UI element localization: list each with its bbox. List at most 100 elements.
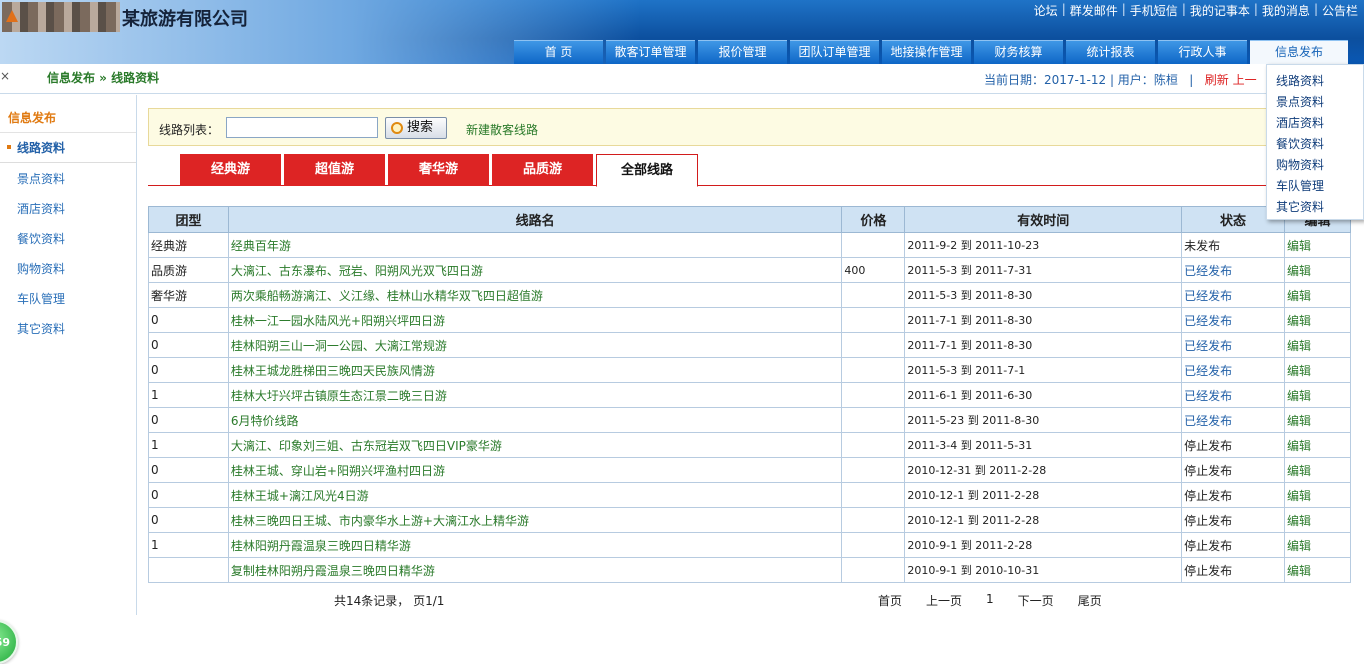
cell-type: 1	[148, 432, 229, 458]
cell-valid-time: 2011-5-3 到 2011-8-30	[904, 282, 1183, 308]
cell-valid-time: 2010-12-1 到 2011-2-28	[904, 507, 1183, 533]
nav-tab-info-publish[interactable]: 信息发布	[1250, 40, 1348, 64]
cell-type: 1	[148, 382, 229, 408]
tab-luxury[interactable]: 奢华游	[388, 154, 489, 186]
cell-edit-link[interactable]: 编辑	[1284, 257, 1351, 283]
dropdown-item-hotels[interactable]: 酒店资料	[1267, 113, 1363, 134]
top-link-notebook[interactable]: 我的记事本	[1190, 2, 1250, 19]
pager-next[interactable]: 下一页	[1018, 592, 1054, 609]
sidebar-item-hotels[interactable]: 酒店资料	[0, 194, 136, 224]
cell-price	[841, 557, 906, 583]
dropdown-item-shopping[interactable]: 购物资料	[1267, 155, 1363, 176]
cell-status: 停止发布	[1181, 507, 1286, 533]
cell-route-name[interactable]: 桂林王城、穿山岩+阳朔兴坪渔村四日游	[227, 457, 843, 483]
cell-edit-link[interactable]: 编辑	[1284, 332, 1351, 358]
cell-price	[841, 232, 906, 258]
cell-edit-link[interactable]: 编辑	[1284, 232, 1351, 258]
cell-route-name[interactable]: 桂林王城+漓江风光4日游	[227, 482, 843, 508]
top-link-mass-mail[interactable]: 群发邮件	[1070, 2, 1118, 19]
date-user-info: 当前日期：2017-1-12 | 用户：陈桓 | 刷新 上一	[984, 71, 1257, 88]
dropdown-item-fleet[interactable]: 车队管理	[1267, 176, 1363, 197]
refresh-link[interactable]: 刷新 上一	[1205, 73, 1257, 87]
cell-edit-link[interactable]: 编辑	[1284, 407, 1351, 433]
cell-status: 已经发布	[1181, 282, 1286, 308]
cell-route-name[interactable]: 6月特价线路	[227, 407, 843, 433]
cell-price	[841, 332, 906, 358]
dropdown-item-dining[interactable]: 餐饮资料	[1267, 134, 1363, 155]
pager-first[interactable]: 首页	[878, 592, 902, 609]
sidebar-item-routes[interactable]: 线路资料	[0, 133, 136, 163]
top-link-messages[interactable]: 我的消息	[1262, 2, 1310, 19]
cell-price	[841, 282, 906, 308]
tab-classic[interactable]: 经典游	[180, 154, 281, 186]
new-route-link[interactable]: 新建散客线路	[466, 121, 538, 138]
dropdown-item-other[interactable]: 其它资料	[1267, 197, 1363, 218]
cell-edit-link[interactable]: 编辑	[1284, 432, 1351, 458]
cell-status: 未发布	[1181, 232, 1286, 258]
cell-price	[841, 382, 906, 408]
cell-edit-link[interactable]: 编辑	[1284, 357, 1351, 383]
cell-edit-link[interactable]: 编辑	[1284, 507, 1351, 533]
cell-valid-time: 2011-5-3 到 2011-7-1	[904, 357, 1183, 383]
cell-type: 0	[148, 482, 229, 508]
top-link-forum[interactable]: 论坛	[1034, 2, 1058, 19]
nav-tab-reports[interactable]: 统计报表	[1066, 40, 1155, 64]
nav-tab-ground-ops[interactable]: 地接操作管理	[882, 40, 971, 64]
pager-last[interactable]: 尾页	[1078, 592, 1102, 609]
close-icon[interactable]: ×	[0, 69, 10, 83]
sidebar-item-sights[interactable]: 景点资料	[0, 164, 136, 194]
cell-edit-link[interactable]: 编辑	[1284, 282, 1351, 308]
cell-status: 已经发布	[1181, 382, 1286, 408]
pager-prev[interactable]: 上一页	[926, 592, 962, 609]
dropdown-item-sights[interactable]: 景点资料	[1267, 92, 1363, 113]
cell-status: 已经发布	[1181, 357, 1286, 383]
sidebar-item-dining[interactable]: 餐饮资料	[0, 224, 136, 254]
cell-route-name[interactable]: 桂林大圩兴坪古镇原生态江景二晚三日游	[227, 382, 843, 408]
cell-route-name[interactable]: 两次乘船畅游漓江、义江缘、桂林山水精华双飞四日超值游	[227, 282, 843, 308]
sidebar-item-fleet[interactable]: 车队管理	[0, 284, 136, 314]
nav-tab-quotes[interactable]: 报价管理	[698, 40, 787, 64]
nav-tab-home[interactable]: 首 页	[514, 40, 603, 64]
cell-route-name[interactable]: 桂林王城龙胜梯田三晚四天民族风情游	[227, 357, 843, 383]
nav-tab-finance[interactable]: 财务核算	[974, 40, 1063, 64]
table-header-row: 团型 线路名 价格 有效时间 状态 编辑	[148, 206, 1351, 233]
tab-quality[interactable]: 品质游	[492, 154, 593, 186]
cell-edit-link[interactable]: 编辑	[1284, 382, 1351, 408]
floating-badge[interactable]: 59	[0, 620, 18, 664]
nav-tab-group-orders[interactable]: 团队订单管理	[790, 40, 879, 64]
cell-type	[148, 557, 229, 583]
cell-route-name[interactable]: 桂林阳朔三山一洞一公园、大漓江常规游	[227, 332, 843, 358]
search-button[interactable]: 搜索	[385, 117, 447, 139]
dropdown-item-routes[interactable]: 线路资料	[1267, 71, 1363, 92]
top-link-sms[interactable]: 手机短信	[1130, 2, 1178, 19]
cell-edit-link[interactable]: 编辑	[1284, 482, 1351, 508]
table-row: 0 6月特价线路 2011-5-23 到 2011-8-30 已经发布 编辑	[148, 407, 1351, 433]
nav-tab-fit-orders[interactable]: 散客订单管理	[606, 40, 695, 64]
cell-edit-link[interactable]: 编辑	[1284, 532, 1351, 558]
cell-route-name[interactable]: 桂林一江一园水陆风光+阳朔兴坪四日游	[227, 307, 843, 333]
search-button-label: 搜索	[407, 120, 434, 135]
cell-route-name[interactable]: 大漓江、印象刘三姐、古东冠岩双飞四日VIP豪华游	[227, 432, 843, 458]
date-label: 当前日期：	[984, 73, 1045, 87]
cell-price: 400	[841, 257, 906, 283]
cell-type: 1	[148, 532, 229, 558]
cell-type: 0	[148, 357, 229, 383]
cell-route-name[interactable]: 复制桂林阳朔丹霞温泉三晚四日精华游	[227, 557, 843, 583]
cell-edit-link[interactable]: 编辑	[1284, 557, 1351, 583]
tab-all-routes[interactable]: 全部线路	[596, 154, 698, 187]
cell-route-name[interactable]: 大漓江、古东瀑布、冠岩、阳朔风光双飞四日游	[227, 257, 843, 283]
table-row: 复制桂林阳朔丹霞温泉三晚四日精华游 2010-9-1 到 2010-10-31 停止…	[148, 557, 1351, 583]
cell-type: 0	[148, 332, 229, 358]
tab-value[interactable]: 超值游	[284, 154, 385, 186]
cell-route-name[interactable]: 桂林阳朔丹霞温泉三晚四日精华游	[227, 532, 843, 558]
col-header-price: 价格	[841, 206, 906, 233]
cell-edit-link[interactable]: 编辑	[1284, 307, 1351, 333]
cell-route-name[interactable]: 桂林三晚四日王城、市内豪华水上游+大漓江水上精华游	[227, 507, 843, 533]
top-link-bulletin[interactable]: 公告栏	[1322, 2, 1358, 19]
cell-edit-link[interactable]: 编辑	[1284, 457, 1351, 483]
cell-route-name[interactable]: 经典百年游	[227, 232, 843, 258]
nav-tab-hr[interactable]: 行政人事	[1158, 40, 1247, 64]
sidebar-item-shopping[interactable]: 购物资料	[0, 254, 136, 284]
search-input[interactable]	[226, 117, 378, 138]
sidebar-item-other[interactable]: 其它资料	[0, 314, 136, 344]
